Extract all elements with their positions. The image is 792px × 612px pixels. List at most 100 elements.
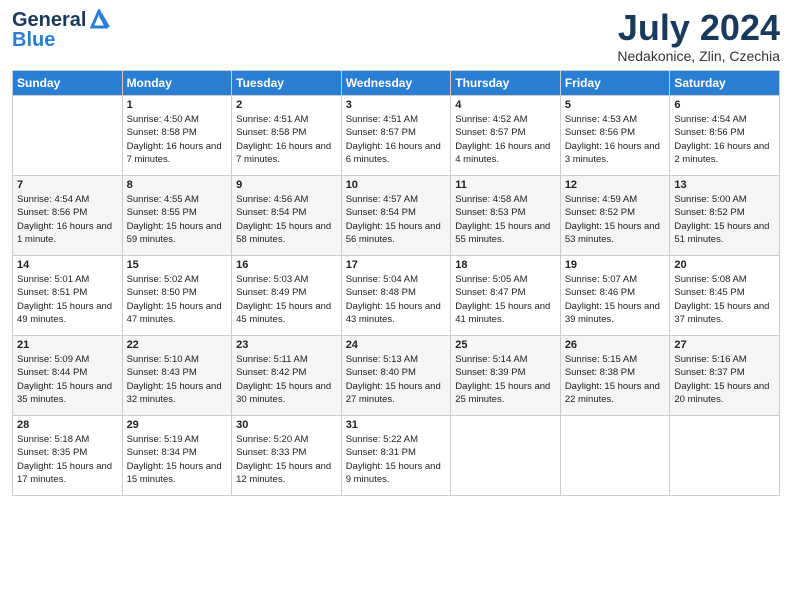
day-number: 14	[17, 259, 118, 271]
sunrise: Sunrise: 4:52 AM	[455, 114, 527, 125]
cell-w3-d3: 17 Sunrise: 5:04 AM Sunset: 8:48 PM Dayl…	[341, 256, 451, 336]
day-number: 9	[236, 179, 337, 191]
sunrise: Sunrise: 5:05 AM	[455, 274, 527, 285]
daylight: Daylight: 16 hours and 3 minutes.	[565, 141, 660, 165]
day-info: Sunrise: 4:51 AM Sunset: 8:57 PM Dayligh…	[346, 113, 447, 166]
sunrise: Sunrise: 5:04 AM	[346, 274, 418, 285]
sunrise: Sunrise: 5:09 AM	[17, 354, 89, 365]
daylight: Daylight: 15 hours and 55 minutes.	[455, 221, 550, 245]
day-info: Sunrise: 4:51 AM Sunset: 8:58 PM Dayligh…	[236, 113, 337, 166]
header: General Blue July 2024 Nedakonice, Zlin,…	[12, 10, 780, 64]
daylight: Daylight: 15 hours and 9 minutes.	[346, 461, 441, 485]
day-number: 10	[346, 179, 447, 191]
cell-w4-d2: 23 Sunrise: 5:11 AM Sunset: 8:42 PM Dayl…	[232, 336, 342, 416]
sunset: Sunset: 8:35 PM	[17, 447, 87, 458]
day-info: Sunrise: 5:01 AM Sunset: 8:51 PM Dayligh…	[17, 273, 118, 326]
day-number: 21	[17, 339, 118, 351]
weekday-header-row: Sunday Monday Tuesday Wednesday Thursday…	[13, 71, 780, 96]
header-friday: Friday	[560, 71, 670, 96]
sunset: Sunset: 8:43 PM	[127, 367, 197, 378]
sunrise: Sunrise: 4:55 AM	[127, 194, 199, 205]
sunrise: Sunrise: 5:10 AM	[127, 354, 199, 365]
day-info: Sunrise: 5:15 AM Sunset: 8:38 PM Dayligh…	[565, 353, 666, 406]
day-number: 26	[565, 339, 666, 351]
cell-w3-d4: 18 Sunrise: 5:05 AM Sunset: 8:47 PM Dayl…	[451, 256, 561, 336]
day-info: Sunrise: 4:57 AM Sunset: 8:54 PM Dayligh…	[346, 193, 447, 246]
sunrise: Sunrise: 4:50 AM	[127, 114, 199, 125]
day-info: Sunrise: 5:16 AM Sunset: 8:37 PM Dayligh…	[674, 353, 775, 406]
sunrise: Sunrise: 5:01 AM	[17, 274, 89, 285]
sunset: Sunset: 8:44 PM	[17, 367, 87, 378]
day-info: Sunrise: 4:54 AM Sunset: 8:56 PM Dayligh…	[674, 113, 775, 166]
month-title: July 2024	[617, 10, 780, 46]
sunrise: Sunrise: 5:07 AM	[565, 274, 637, 285]
sunrise: Sunrise: 4:54 AM	[17, 194, 89, 205]
sunrise: Sunrise: 4:53 AM	[565, 114, 637, 125]
sunset: Sunset: 8:47 PM	[455, 287, 525, 298]
sunset: Sunset: 8:57 PM	[455, 127, 525, 138]
day-info: Sunrise: 5:11 AM Sunset: 8:42 PM Dayligh…	[236, 353, 337, 406]
day-number: 11	[455, 179, 556, 191]
day-info: Sunrise: 4:56 AM Sunset: 8:54 PM Dayligh…	[236, 193, 337, 246]
cell-w5-d4	[451, 416, 561, 496]
day-info: Sunrise: 5:04 AM Sunset: 8:48 PM Dayligh…	[346, 273, 447, 326]
sunset: Sunset: 8:58 PM	[236, 127, 306, 138]
day-info: Sunrise: 5:08 AM Sunset: 8:45 PM Dayligh…	[674, 273, 775, 326]
daylight: Daylight: 15 hours and 58 minutes.	[236, 221, 331, 245]
cell-w4-d0: 21 Sunrise: 5:09 AM Sunset: 8:44 PM Dayl…	[13, 336, 123, 416]
daylight: Daylight: 16 hours and 7 minutes.	[127, 141, 222, 165]
sunset: Sunset: 8:48 PM	[346, 287, 416, 298]
cell-w1-d3: 3 Sunrise: 4:51 AM Sunset: 8:57 PM Dayli…	[341, 96, 451, 176]
day-info: Sunrise: 4:54 AM Sunset: 8:56 PM Dayligh…	[17, 193, 118, 246]
daylight: Daylight: 15 hours and 47 minutes.	[127, 301, 222, 325]
week-row-1: 1 Sunrise: 4:50 AM Sunset: 8:58 PM Dayli…	[13, 96, 780, 176]
cell-w3-d5: 19 Sunrise: 5:07 AM Sunset: 8:46 PM Dayl…	[560, 256, 670, 336]
day-info: Sunrise: 5:09 AM Sunset: 8:44 PM Dayligh…	[17, 353, 118, 406]
daylight: Daylight: 15 hours and 45 minutes.	[236, 301, 331, 325]
day-number: 15	[127, 259, 228, 271]
day-info: Sunrise: 5:05 AM Sunset: 8:47 PM Dayligh…	[455, 273, 556, 326]
sunset: Sunset: 8:38 PM	[565, 367, 635, 378]
day-info: Sunrise: 5:07 AM Sunset: 8:46 PM Dayligh…	[565, 273, 666, 326]
cell-w2-d1: 8 Sunrise: 4:55 AM Sunset: 8:55 PM Dayli…	[122, 176, 232, 256]
sunset: Sunset: 8:50 PM	[127, 287, 197, 298]
daylight: Daylight: 15 hours and 49 minutes.	[17, 301, 112, 325]
sunset: Sunset: 8:45 PM	[674, 287, 744, 298]
day-number: 16	[236, 259, 337, 271]
cell-w2-d3: 10 Sunrise: 4:57 AM Sunset: 8:54 PM Dayl…	[341, 176, 451, 256]
day-info: Sunrise: 4:58 AM Sunset: 8:53 PM Dayligh…	[455, 193, 556, 246]
day-number: 5	[565, 99, 666, 111]
cell-w1-d0	[13, 96, 123, 176]
sunset: Sunset: 8:39 PM	[455, 367, 525, 378]
daylight: Daylight: 15 hours and 32 minutes.	[127, 381, 222, 405]
cell-w4-d1: 22 Sunrise: 5:10 AM Sunset: 8:43 PM Dayl…	[122, 336, 232, 416]
day-number: 12	[565, 179, 666, 191]
daylight: Daylight: 15 hours and 15 minutes.	[127, 461, 222, 485]
day-info: Sunrise: 4:59 AM Sunset: 8:52 PM Dayligh…	[565, 193, 666, 246]
logo: General Blue	[12, 10, 110, 50]
cell-w5-d1: 29 Sunrise: 5:19 AM Sunset: 8:34 PM Dayl…	[122, 416, 232, 496]
day-number: 8	[127, 179, 228, 191]
daylight: Daylight: 16 hours and 7 minutes.	[236, 141, 331, 165]
cell-w2-d5: 12 Sunrise: 4:59 AM Sunset: 8:52 PM Dayl…	[560, 176, 670, 256]
sunrise: Sunrise: 4:57 AM	[346, 194, 418, 205]
day-number: 30	[236, 419, 337, 431]
header-thursday: Thursday	[451, 71, 561, 96]
sunset: Sunset: 8:57 PM	[346, 127, 416, 138]
week-row-4: 21 Sunrise: 5:09 AM Sunset: 8:44 PM Dayl…	[13, 336, 780, 416]
day-number: 2	[236, 99, 337, 111]
sunrise: Sunrise: 4:51 AM	[346, 114, 418, 125]
daylight: Daylight: 15 hours and 59 minutes.	[127, 221, 222, 245]
cell-w4-d5: 26 Sunrise: 5:15 AM Sunset: 8:38 PM Dayl…	[560, 336, 670, 416]
week-row-2: 7 Sunrise: 4:54 AM Sunset: 8:56 PM Dayli…	[13, 176, 780, 256]
day-info: Sunrise: 5:13 AM Sunset: 8:40 PM Dayligh…	[346, 353, 447, 406]
calendar-table: Sunday Monday Tuesday Wednesday Thursday…	[12, 70, 780, 496]
sunset: Sunset: 8:53 PM	[455, 207, 525, 218]
cell-w5-d2: 30 Sunrise: 5:20 AM Sunset: 8:33 PM Dayl…	[232, 416, 342, 496]
sunrise: Sunrise: 5:20 AM	[236, 434, 308, 445]
daylight: Daylight: 15 hours and 30 minutes.	[236, 381, 331, 405]
day-number: 1	[127, 99, 228, 111]
daylight: Daylight: 15 hours and 35 minutes.	[17, 381, 112, 405]
sunset: Sunset: 8:33 PM	[236, 447, 306, 458]
day-info: Sunrise: 5:14 AM Sunset: 8:39 PM Dayligh…	[455, 353, 556, 406]
